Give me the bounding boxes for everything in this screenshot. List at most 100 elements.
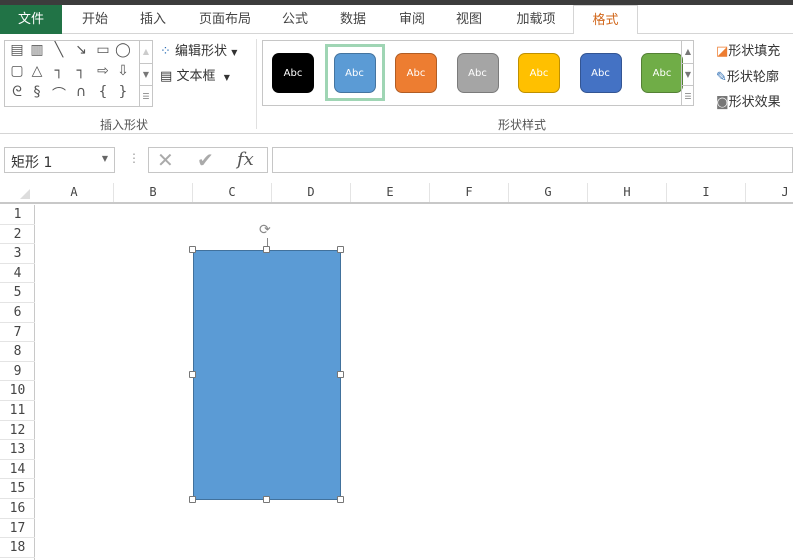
- scroll-down-icon[interactable]: ▼: [139, 63, 152, 85]
- group-label-insert-shapes: 插入形状: [100, 118, 149, 132]
- effects-icon: ◙: [716, 95, 729, 110]
- tab-page-layout[interactable]: 页面布局: [190, 5, 260, 34]
- column-header-cell[interactable]: B: [114, 183, 193, 202]
- line-shape-icon[interactable]: ╲: [49, 42, 69, 58]
- scribble-shape-icon[interactable]: §: [27, 84, 47, 100]
- edit-shape-button[interactable]: ⁘ 编辑形状 ▼: [160, 40, 237, 59]
- row-header-cell[interactable]: 5: [0, 283, 35, 303]
- column-header-cell[interactable]: H: [588, 183, 667, 202]
- text-box-button[interactable]: ▤ 文本框 ▼: [160, 65, 230, 84]
- ribbon-tabs: 文件 开始 插入 页面布局 公式 数据 审阅 视图 加载项 格式: [0, 5, 793, 35]
- enter-icon[interactable]: ✔: [197, 148, 214, 172]
- right-arrow-shape-icon[interactable]: ⇨: [93, 63, 113, 79]
- rectangle-shape[interactable]: [193, 250, 341, 500]
- column-header-cell[interactable]: E: [351, 183, 430, 202]
- shape-style-swatch[interactable]: Abc: [641, 53, 683, 93]
- row-header-cell[interactable]: 15: [0, 479, 35, 499]
- column-header-cell[interactable]: D: [272, 183, 351, 202]
- textbox-shape-icon[interactable]: ▤: [7, 42, 27, 58]
- shape-style-swatch[interactable]: Abc: [579, 53, 622, 93]
- row-header-cell[interactable]: 10: [0, 381, 35, 401]
- row-header-cell[interactable]: 9: [0, 362, 35, 382]
- row-header-cell[interactable]: 11: [0, 401, 35, 421]
- grip-icon: ⋮: [128, 151, 140, 165]
- column-header-cell[interactable]: C: [193, 183, 272, 202]
- rounded-rect-shape-icon[interactable]: ▢: [7, 63, 27, 79]
- row-header-cell[interactable]: 4: [0, 264, 35, 284]
- freeform-shape-icon[interactable]: ᘓ: [7, 84, 27, 100]
- arrow-line-shape-icon[interactable]: ↘: [71, 42, 91, 58]
- curve-shape-icon[interactable]: ∩: [71, 84, 91, 100]
- formula-input[interactable]: [272, 147, 793, 173]
- triangle-shape-icon[interactable]: △: [27, 63, 47, 79]
- shape-outline-button[interactable]: ✎形状轮廓: [716, 66, 779, 85]
- ribbon: ▤ ▥ ╲ ↘ ▭ ◯ ▢ △ ┐ ┐ ⇨ ⇩ ᘓ § ⌒ ∩ { } ▲ ▼ …: [0, 34, 793, 134]
- row-header-cell[interactable]: 3: [0, 244, 35, 264]
- row-header-cell[interactable]: 16: [0, 499, 35, 519]
- elbow-arrow-icon[interactable]: ┐: [71, 63, 91, 79]
- row-header-cell[interactable]: 12: [0, 421, 35, 441]
- rectangle-shape-icon[interactable]: ▭: [93, 42, 113, 58]
- row-header-cell[interactable]: 7: [0, 323, 35, 343]
- outline-pen-icon: ✎: [716, 70, 727, 85]
- row-header-cell[interactable]: 1: [0, 205, 35, 225]
- column-header-cell[interactable]: A: [35, 183, 114, 202]
- shape-style-swatch[interactable]: Abc: [272, 53, 314, 93]
- resize-handle[interactable]: [189, 371, 196, 378]
- styles-more-icon[interactable]: ☰: [681, 85, 694, 106]
- column-header-cell[interactable]: I: [667, 183, 746, 202]
- column-header-cell[interactable]: F: [430, 183, 509, 202]
- tab-formulas[interactable]: 公式: [272, 5, 318, 34]
- shape-style-swatch[interactable]: Abc: [333, 53, 376, 93]
- more-icon[interactable]: ☰: [139, 85, 152, 106]
- shape-style-swatch[interactable]: Abc: [456, 53, 499, 93]
- tab-review[interactable]: 审阅: [389, 5, 435, 34]
- down-arrow-shape-icon[interactable]: ⇩: [113, 63, 133, 79]
- row-header-cell[interactable]: 17: [0, 519, 35, 539]
- scroll-up-icon[interactable]: ▲: [139, 41, 152, 63]
- shape-style-swatch[interactable]: Abc: [395, 53, 437, 93]
- shape-fill-button[interactable]: ◪形状填充: [716, 40, 780, 59]
- select-all-icon[interactable]: [20, 189, 30, 199]
- row-header-cell[interactable]: 14: [0, 460, 35, 480]
- resize-handle[interactable]: [189, 246, 196, 253]
- cancel-icon[interactable]: ✕: [157, 148, 174, 172]
- column-header-cell[interactable]: J: [746, 183, 793, 202]
- formula-buttons: ✕ ✔ fx: [148, 147, 268, 173]
- elbow-connector-icon[interactable]: ┐: [49, 63, 69, 79]
- column-header-cell[interactable]: G: [509, 183, 588, 202]
- tab-data[interactable]: 数据: [330, 5, 376, 34]
- row-header-cell[interactable]: 18: [0, 538, 35, 558]
- oval-shape-icon[interactable]: ◯: [113, 42, 133, 58]
- resize-handle[interactable]: [189, 496, 196, 503]
- resize-handle[interactable]: [337, 496, 344, 503]
- left-brace-shape-icon[interactable]: {: [93, 84, 113, 100]
- tab-file[interactable]: 文件: [0, 5, 62, 34]
- shapes-gallery[interactable]: ▤ ▥ ╲ ↘ ▭ ◯ ▢ △ ┐ ┐ ⇨ ⇩ ᘓ § ⌒ ∩ { } ▲ ▼ …: [4, 40, 153, 107]
- tab-insert[interactable]: 插入: [128, 5, 178, 34]
- name-box[interactable]: 矩形 1 ▼: [4, 147, 115, 173]
- vertical-textbox-shape-icon[interactable]: ▥: [27, 42, 47, 58]
- resize-handle[interactable]: [263, 496, 270, 503]
- shape-effects-label: 形状效果: [728, 95, 781, 110]
- resize-handle[interactable]: [337, 246, 344, 253]
- row-header-cell[interactable]: 13: [0, 440, 35, 460]
- rotate-handle-icon[interactable]: ⟳: [259, 222, 271, 238]
- tab-view[interactable]: 视图: [446, 5, 492, 34]
- shape-style-swatch[interactable]: Abc: [518, 53, 560, 93]
- tab-home[interactable]: 开始: [70, 5, 120, 34]
- insert-function-button[interactable]: fx: [237, 149, 254, 170]
- row-header-cell[interactable]: 8: [0, 342, 35, 362]
- resize-handle[interactable]: [337, 371, 344, 378]
- chevron-down-icon[interactable]: ▼: [102, 154, 108, 163]
- tab-format[interactable]: 格式: [573, 5, 638, 35]
- styles-scroll-up-icon[interactable]: ▲: [681, 41, 694, 63]
- arc-shape-icon[interactable]: ⌒: [49, 84, 69, 104]
- right-brace-shape-icon[interactable]: }: [113, 84, 133, 100]
- styles-scroll-down-icon[interactable]: ▼: [681, 63, 694, 85]
- row-header-cell[interactable]: 2: [0, 225, 35, 245]
- tab-addins[interactable]: 加载项: [508, 5, 564, 34]
- row-header-cell[interactable]: 6: [0, 303, 35, 323]
- resize-handle[interactable]: [263, 246, 270, 253]
- shape-effects-button[interactable]: ◙形状效果: [716, 91, 781, 110]
